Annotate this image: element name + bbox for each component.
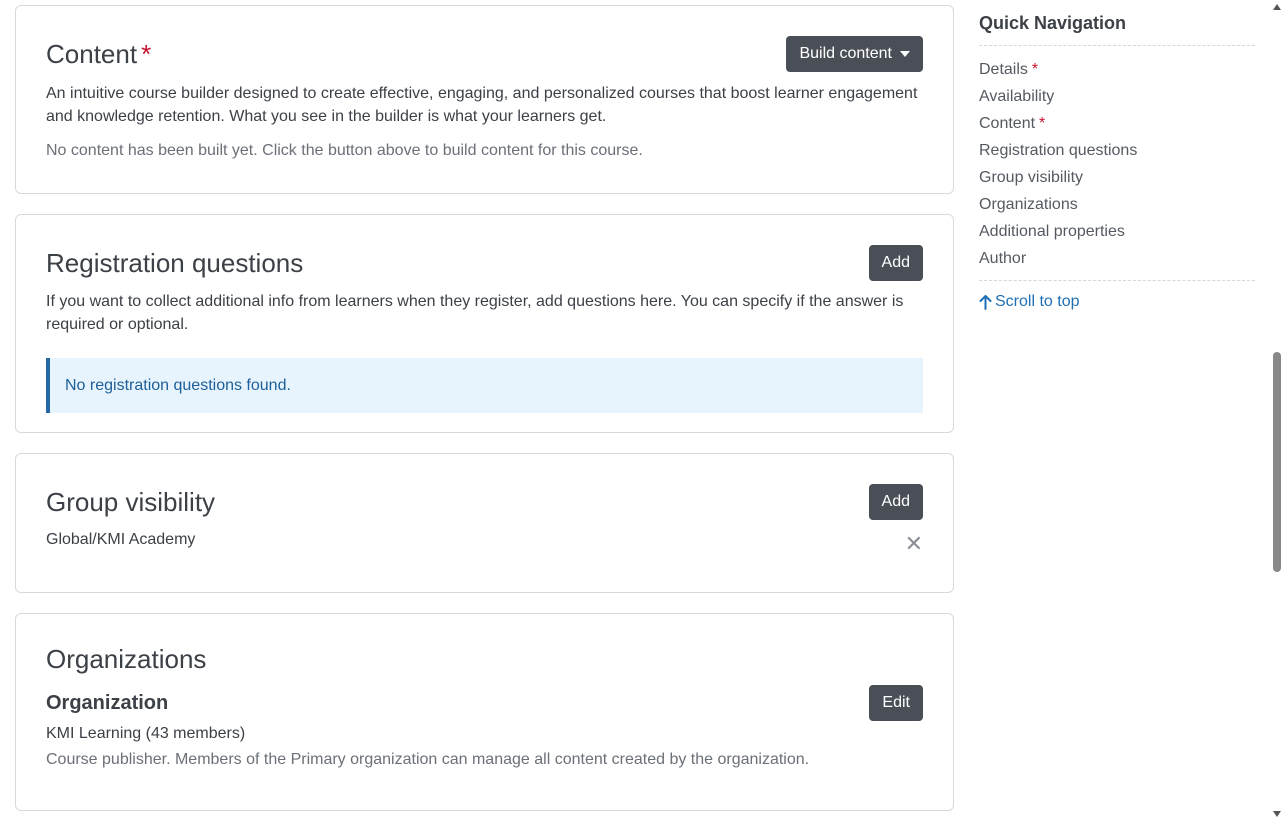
organizations-card: Organizations Organization Edit KMI Lear… (15, 613, 954, 811)
add-group-button[interactable]: Add (868, 484, 923, 520)
required-mark: * (1031, 61, 1039, 78)
content-title: Content * (46, 39, 152, 69)
scrollbar-thumb[interactable] (1273, 352, 1281, 572)
caret-down-icon (900, 51, 910, 57)
quick-nav-label: Availability (979, 88, 1055, 105)
quick-nav-label: Additional properties (979, 223, 1125, 240)
quick-nav-item-additional-properties[interactable]: Additional properties (979, 218, 1255, 245)
quick-nav-item-organizations[interactable]: Organizations (979, 191, 1255, 218)
content-empty-text: No content has been built yet. Click the… (46, 142, 643, 159)
quick-nav-list: Details * Availability Content * Registration… (979, 46, 1255, 272)
scroll-down-arrow-icon[interactable] (1273, 811, 1281, 817)
registration-empty-alert: No registration questions found. (46, 358, 923, 413)
registration-description: If you want to collect additional info f… (46, 293, 904, 333)
quick-nav-item-availability[interactable]: Availability (979, 83, 1255, 110)
main-content: Content * Build content An intuitive cour… (15, 5, 954, 811)
quick-nav-label: Group visibility (979, 169, 1084, 186)
organization-name: KMI Learning (43 members) (46, 725, 246, 742)
quick-nav-item-details[interactable]: Details * (979, 56, 1255, 83)
quick-nav-item-author[interactable]: Author (979, 245, 1255, 272)
quick-nav-label: Registration questions (979, 142, 1138, 159)
quick-nav-item-content[interactable]: Content * (979, 110, 1255, 137)
content-card: Content * Build content An intuitive cour… (15, 5, 954, 194)
scroll-to-top-link[interactable]: Scroll to top (979, 293, 1255, 311)
quick-navigation: Quick Navigation Details * Availability Con… (979, 12, 1255, 311)
quick-nav-item-registration-questions[interactable]: Registration questions (979, 137, 1255, 164)
required-mark: * (1039, 115, 1046, 132)
registration-card: Registration questions Add If you want t… (15, 214, 954, 433)
close-icon[interactable]: ✕ (905, 533, 923, 555)
quick-nav-label: Details (979, 61, 1028, 78)
arrow-up-icon (979, 294, 992, 310)
group-row: Global/KMI Academy ✕ (46, 525, 923, 555)
edit-organization-button[interactable]: Edit (869, 685, 923, 721)
quick-nav-label: Author (979, 250, 1027, 267)
content-description: An intuitive course builder designed to … (46, 85, 918, 125)
divider (979, 280, 1255, 281)
organization-description: Course publisher. Members of the Primary… (46, 751, 810, 768)
group-visibility-card: Group visibility Add Global/KMI Academy … (15, 453, 954, 593)
quick-navigation-title: Quick Navigation (979, 13, 1127, 33)
scroll-to-top-label: Scroll to top (995, 293, 1080, 310)
quick-nav-label: Organizations (979, 196, 1078, 213)
group-visibility-title: Group visibility (46, 487, 216, 517)
build-content-button[interactable]: Build content (786, 36, 923, 72)
group-name: Global/KMI Academy (46, 531, 196, 548)
add-registration-question-button[interactable]: Add (868, 245, 923, 281)
registration-title: Registration questions (46, 248, 304, 278)
scroll-up-arrow-icon[interactable] (1273, 4, 1281, 10)
required-mark: * (141, 39, 152, 69)
quick-nav-label: Content (979, 115, 1036, 132)
scrollbar[interactable] (1270, 0, 1284, 821)
quick-nav-item-group-visibility[interactable]: Group visibility (979, 164, 1255, 191)
organizations-title: Organizations (46, 644, 207, 674)
organization-subtitle: Organization (46, 691, 169, 714)
